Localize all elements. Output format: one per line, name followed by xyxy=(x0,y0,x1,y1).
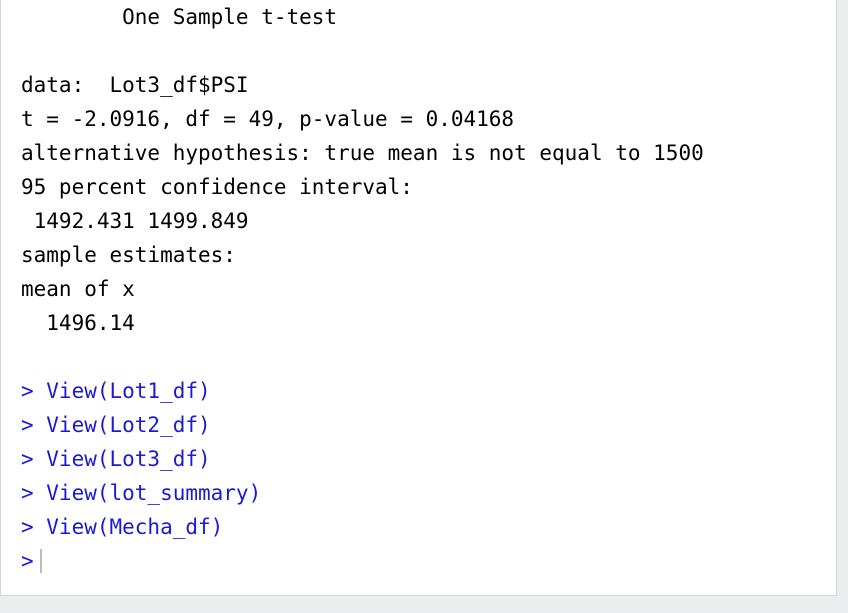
console-prompt: > xyxy=(21,549,34,573)
history-command: > View(Lot2_df) xyxy=(21,413,211,437)
mean-label: mean of x xyxy=(21,277,135,301)
history-command: > View(lot_summary) xyxy=(21,481,262,505)
confidence-interval-label: 95 percent confidence interval: xyxy=(21,175,413,199)
r-console-pane[interactable]: One Sample t-test data: Lot3_df$PSI t = … xyxy=(0,0,837,596)
pane-bottom-border xyxy=(0,596,848,613)
text-cursor xyxy=(39,549,42,573)
console-output: One Sample t-test data: Lot3_df$PSI t = … xyxy=(21,0,704,578)
mean-value: 1496.14 xyxy=(21,311,135,335)
statistics-line: t = -2.0916, df = 49, p-value = 0.04168 xyxy=(21,107,515,131)
history-command: > View(Mecha_df) xyxy=(21,515,224,539)
data-line: data: Lot3_df$PSI xyxy=(21,73,249,97)
console-input-line[interactable]: > xyxy=(21,544,704,578)
history-command: > View(Lot3_df) xyxy=(21,447,211,471)
alternative-hypothesis-line: alternative hypothesis: true mean is not… xyxy=(21,141,704,165)
ttest-title: One Sample t-test xyxy=(21,5,338,29)
history-command: > View(Lot1_df) xyxy=(21,379,211,403)
confidence-interval-values: 1492.431 1499.849 xyxy=(21,209,249,233)
sample-estimates-label: sample estimates: xyxy=(21,243,236,267)
